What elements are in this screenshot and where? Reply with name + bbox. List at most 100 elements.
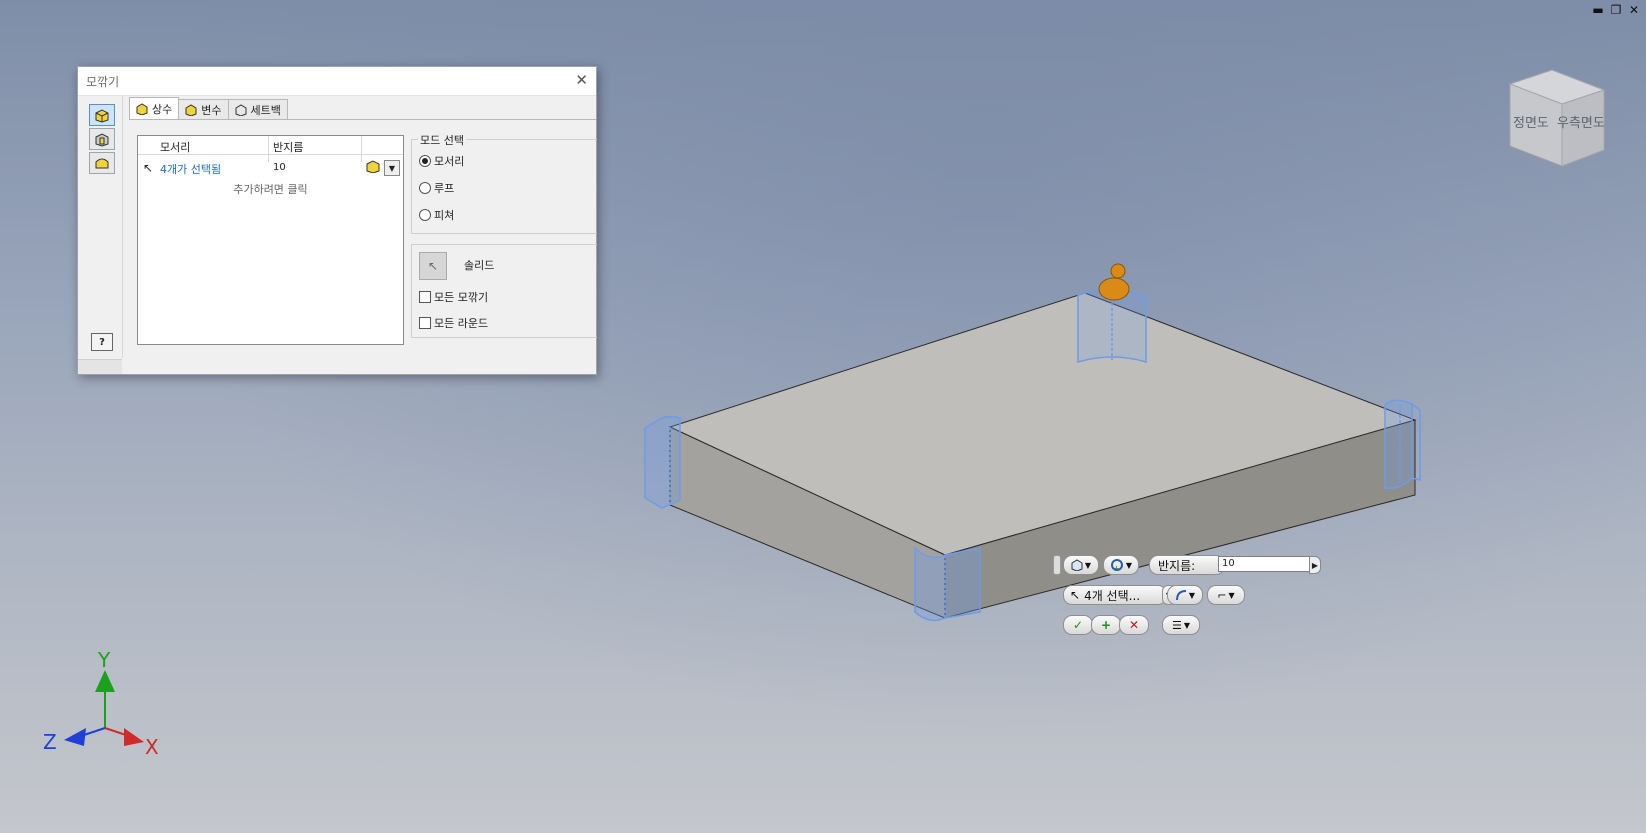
all-rounds-checkbox[interactable]: 모든 라운드 (419, 315, 488, 331)
axis-y-label: Y (98, 648, 111, 672)
chevron-down-icon: ▼ (1188, 590, 1196, 600)
checkbox-box (419, 291, 431, 303)
options-dropdown[interactable]: ☰ ▼ (1162, 615, 1200, 635)
edge-selection-button[interactable]: ↖ 4개 선택... (1063, 585, 1167, 605)
apply-button[interactable]: + (1091, 615, 1121, 635)
mode-loop-label: 루프 (434, 182, 455, 195)
minimize-icon[interactable]: ▬ (1592, 4, 1604, 16)
fillet-type-dropdown[interactable]: ▼ (1063, 555, 1099, 575)
edge-selection-label: 4개 선택... (1084, 588, 1141, 603)
column-divider (268, 136, 269, 162)
edge-fillet-icon (95, 109, 109, 123)
add-row-hint[interactable]: 추가하려면 클릭 (138, 181, 403, 197)
tab-constant[interactable]: 상수 (129, 97, 180, 119)
window-controls: ▬ ❐ ✕ (1592, 4, 1640, 16)
face-fillet-button[interactable] (89, 128, 115, 150)
mode-select-legend: 모드 선택 (418, 132, 466, 148)
check-icon: ✓ (1072, 618, 1084, 632)
selection-filter-dropdown[interactable]: ⌐ ▼ (1207, 585, 1245, 605)
select-edge-icon[interactable] (366, 159, 380, 173)
radius-cell[interactable]: 10 (273, 162, 286, 173)
mini-toolbar-grip[interactable] (1053, 555, 1061, 575)
column-edge: 모서리 (160, 141, 191, 154)
mode-select-group: 모드 선택 모서리 루프 피쳐 (411, 132, 597, 234)
full-round-fillet-icon (95, 158, 109, 169)
fillet-preview-back (1077, 289, 1147, 364)
chevron-down-icon[interactable]: ▼ (384, 160, 400, 176)
mode-feature-radio[interactable]: 피쳐 (419, 207, 454, 223)
all-rounds-label: 모든 라운드 (434, 317, 489, 330)
axis-z-label: Z (43, 730, 57, 754)
chain-edges-icon: + (1110, 559, 1123, 572)
select-filter-icon: ⌐ (1217, 588, 1227, 602)
axis-triad (64, 670, 144, 746)
fillet-dialog: 모깎기 ✕ ? 상수 변수 세트백 모서리 반지름 ↖ 4개가 선택됨 10 ▼… (77, 66, 597, 375)
view-cube-front-label[interactable]: 정면도 (1513, 112, 1549, 131)
cancel-icon: ✕ (1128, 618, 1140, 632)
column-divider (361, 136, 362, 162)
cancel-button[interactable]: ✕ (1119, 615, 1149, 635)
tab-variable[interactable]: 변수 (178, 99, 229, 119)
radio-dot (419, 209, 431, 221)
axis-x-label: X (145, 735, 159, 759)
fillet-shape-dropdown[interactable]: ▼ (1167, 585, 1203, 605)
face-fillet-icon (95, 133, 109, 147)
full-round-fillet-button[interactable] (89, 152, 115, 174)
tab-constant-label: 상수 (152, 102, 173, 116)
tab-setback-label: 세트백 (250, 103, 281, 117)
edge-fillet-button[interactable] (89, 104, 115, 126)
edge-radius-table[interactable]: 모서리 반지름 ↖ 4개가 선택됨 10 ▼ 추가하려면 클릭 (137, 135, 404, 345)
dialog-titlebar[interactable]: 모깎기 ✕ (78, 67, 596, 96)
fillet-tabs: 상수 변수 세트백 (129, 97, 288, 119)
table-row[interactable]: ↖ 4개가 선택됨 10 ▼ (138, 159, 403, 177)
radius-field-group: 반지름: (1149, 555, 1225, 575)
ok-button[interactable]: ✓ (1063, 615, 1093, 635)
close-window-icon[interactable]: ✕ (1628, 4, 1640, 16)
constant-tab-icon (136, 102, 148, 115)
radius-input[interactable]: 10 (1218, 556, 1311, 572)
edge-chain-dropdown[interactable]: + ▼ (1103, 555, 1139, 575)
help-icon[interactable]: ? (91, 333, 113, 351)
restore-icon[interactable]: ❐ (1610, 4, 1622, 16)
svg-text:+: + (1113, 564, 1120, 572)
radio-dot (419, 182, 431, 194)
mode-edge-radio[interactable]: 모서리 (419, 153, 464, 169)
dialog-title: 모깎기 (86, 75, 120, 89)
fillet-type-sidebar: ? (78, 96, 123, 358)
view-cube-right-label[interactable]: 우측면도 (1557, 112, 1605, 131)
mode-edge-label: 모서리 (434, 155, 465, 168)
dialog-footer-strip (78, 359, 122, 374)
edge-selection-cell[interactable]: 4개가 선택됨 (160, 161, 221, 177)
variable-tab-icon (185, 103, 197, 116)
radius-label: 반지름: (1158, 558, 1196, 573)
solid-select-button[interactable]: ↖ (419, 252, 447, 280)
pointer-icon: ↖ (427, 259, 439, 273)
checkbox-box (419, 317, 431, 329)
close-icon[interactable]: ✕ (575, 71, 588, 89)
chevron-down-icon: ▼ (1084, 560, 1092, 570)
setback-tab-icon (235, 103, 246, 116)
solid-label: 솔리드 (464, 259, 495, 272)
mode-feature-label: 피쳐 (434, 209, 455, 222)
column-radius: 반지름 (273, 141, 304, 154)
chevron-right-icon[interactable]: ▶ (1309, 556, 1321, 574)
chevron-down-icon: ▼ (1125, 560, 1133, 570)
solid-options-group: ↖ 솔리드 모든 모깎기 모든 라운드 (411, 244, 597, 338)
tab-setback[interactable]: 세트백 (227, 99, 288, 119)
mode-loop-radio[interactable]: 루프 (419, 180, 454, 196)
fillet-preview-front (914, 546, 981, 622)
all-fillets-label: 모든 모깎기 (434, 291, 489, 304)
pointer-icon: ↖ (143, 161, 154, 175)
tab-panel-border (129, 119, 596, 120)
plus-icon: + (1100, 618, 1112, 632)
radius-drag-handle[interactable] (1098, 263, 1130, 301)
all-fillets-checkbox[interactable]: 모든 모깎기 (419, 289, 488, 305)
radio-dot (419, 155, 431, 167)
fillet-shape-icon (1175, 590, 1186, 601)
part-icon (1071, 559, 1083, 571)
table-header: 모서리 반지름 (138, 136, 403, 155)
fillet-preview-left (644, 415, 681, 509)
list-icon: ☰ (1171, 618, 1182, 632)
pointer-icon: ↖ (1070, 588, 1081, 602)
tab-variable-label: 변수 (201, 103, 222, 117)
